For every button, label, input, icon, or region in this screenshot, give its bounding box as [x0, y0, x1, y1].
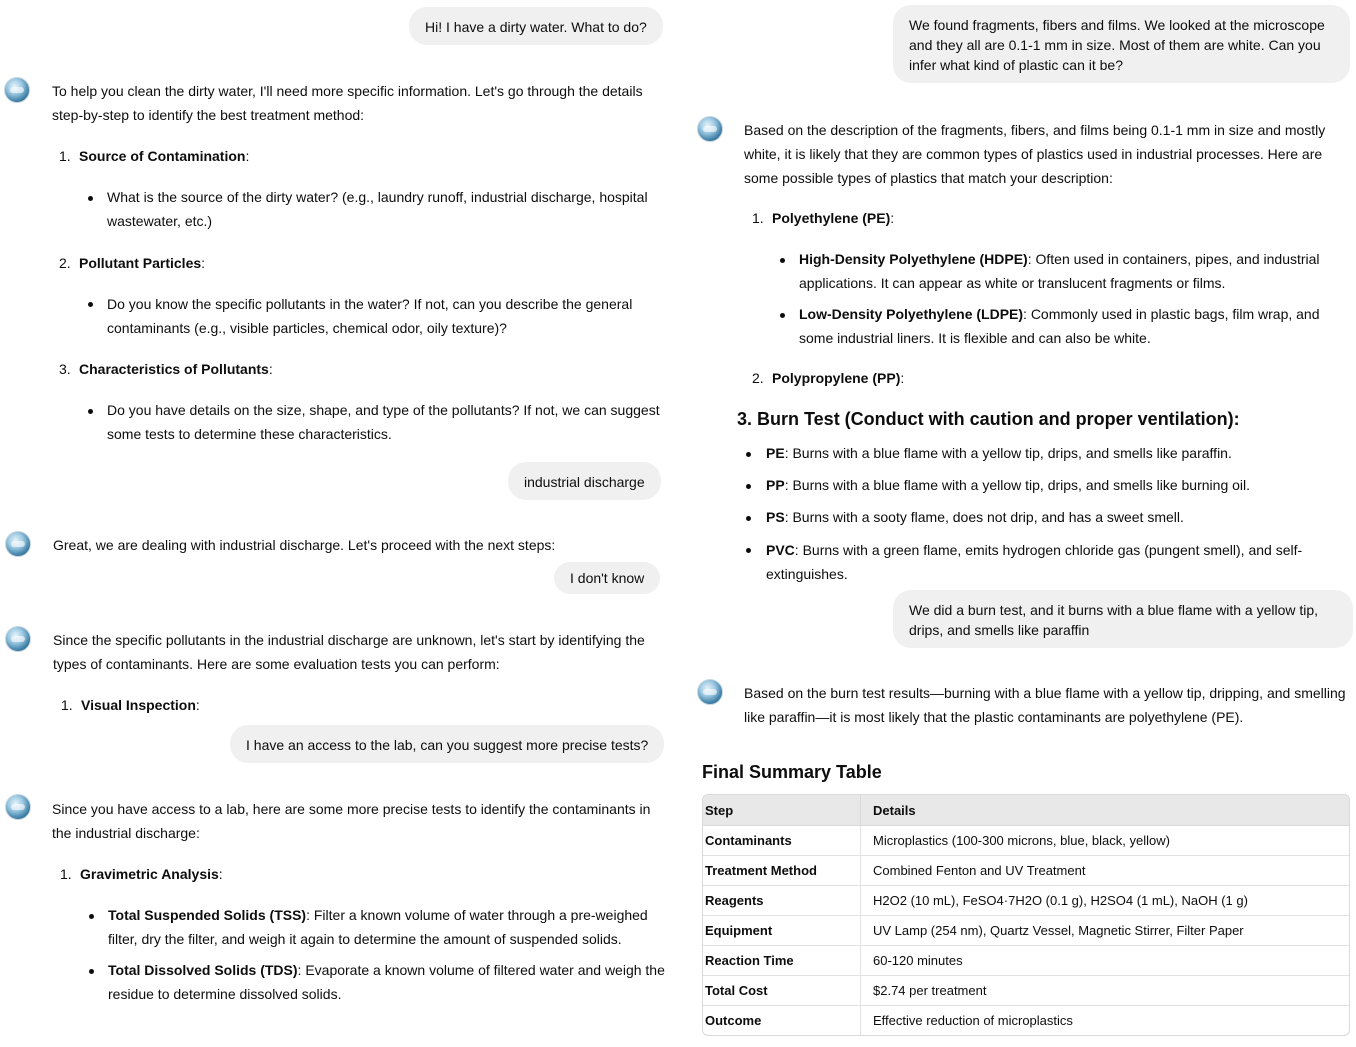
table-cell: Combined Fenton and UV Treatment: [860, 856, 1349, 886]
list-bullet-text: Do you have details on the size, shape, …: [107, 402, 660, 442]
list-item: Pollutant Particles:: [79, 255, 206, 271]
bullet-dot: [780, 258, 785, 263]
table-cell: Effective reduction of microplastics: [860, 1006, 1349, 1035]
list-number: 1.: [61, 697, 73, 713]
assistant-avatar-icon: [697, 679, 723, 705]
list-number: 1.: [59, 148, 71, 164]
bullet-dot: [746, 548, 751, 553]
list-number: 3.: [59, 361, 71, 377]
list-number: 2.: [59, 255, 71, 271]
table-row: Total Cost $2.74 per treatment: [703, 976, 1349, 1006]
table-cell: 60-120 minutes: [860, 946, 1349, 976]
user-message: I don't know: [554, 562, 661, 594]
table-row: Treatment Method Combined Fenton and UV T…: [703, 856, 1349, 886]
assistant-message: Since the specific pollutants in the ind…: [53, 632, 645, 672]
list-bullet-text: Total Suspended Solids (TSS): Filter a k…: [108, 907, 648, 947]
list-bullet-text: High-Density Polyethylene (HDPE): Often …: [799, 251, 1320, 291]
list-item: Source of Contamination:: [79, 148, 250, 164]
list-item: Visual Inspection:: [81, 697, 200, 713]
assistant-message: Based on the description of the fragment…: [744, 122, 1326, 186]
table-cell: Contaminants: [703, 826, 860, 856]
list-bullet-text: What is the source of the dirty water? (…: [107, 189, 648, 229]
summary-title: Final Summary Table: [702, 762, 882, 782]
table-header-row: Step Details: [703, 795, 1349, 826]
table-cell: UV Lamp (254 nm), Quartz Vessel, Magneti…: [860, 916, 1349, 946]
list-number: 1.: [60, 866, 72, 882]
list-item: Polyethylene (PE):: [772, 210, 895, 226]
bullet-dot: [780, 313, 785, 318]
bullet-dot: [89, 914, 94, 919]
list-bullet-text: PE: Burns with a blue flame with a yello…: [766, 445, 1232, 461]
list-item: Characteristics of Pollutants:: [79, 361, 273, 377]
bullet-dot: [746, 452, 751, 457]
list-number: 1.: [752, 210, 764, 226]
table-cell: Microplastics (100-300 microns, blue, bl…: [860, 826, 1349, 856]
section-heading: 3. Burn Test (Conduct with caution and p…: [737, 409, 1240, 429]
assistant-message: To help you clean the dirty water, I'll …: [52, 83, 643, 123]
table-row: Outcome Effective reduction of microplast…: [703, 1006, 1349, 1035]
bullet-dot: [88, 196, 93, 201]
table-cell: H2O2 (10 mL), FeSO4·7H2O (0.1 g), H2SO4 …: [860, 886, 1349, 916]
bullet-dot: [746, 516, 751, 521]
bullet-dot: [89, 969, 94, 974]
assistant-avatar-icon: [4, 77, 30, 103]
table-row: Reagents H2O2 (10 mL), FeSO4·7H2O (0.1 g)…: [703, 886, 1349, 916]
list-bullet-text: Do you know the specific pollutants in t…: [107, 296, 633, 336]
list-bullet-text: Total Dissolved Solids (TDS): Evaporate …: [108, 962, 665, 1002]
list-item: Gravimetric Analysis:: [80, 866, 223, 882]
assistant-message: Based on the burn test results—burning w…: [744, 685, 1346, 725]
list-bullet-text: PP: Burns with a blue flame with a yello…: [766, 477, 1251, 493]
table-row: Contaminants Microplastics (100-300 micro…: [703, 826, 1349, 856]
user-message: industrial discharge: [508, 462, 661, 500]
list-bullet-text: PVC: Burns with a green flame, emits hyd…: [766, 542, 1303, 582]
assistant-message: Great, we are dealing with industrial di…: [53, 537, 556, 553]
table-header-details: Details: [860, 795, 1349, 826]
assistant-message: Since you have access to a lab, here are…: [52, 801, 651, 841]
list-item: Polypropylene (PP):: [772, 370, 905, 386]
bullet-dot: [88, 409, 93, 414]
table-cell: Reaction Time: [703, 946, 860, 976]
user-message: Hi! I have a dirty water. What to do?: [409, 7, 663, 45]
table-cell: $2.74 per treatment: [860, 976, 1349, 1006]
list-number: 2.: [752, 370, 764, 386]
table-cell: Outcome: [705, 1013, 762, 1028]
bullet-dot: [88, 302, 93, 307]
list-bullet-text: Low-Density Polyethylene (LDPE): Commonl…: [799, 306, 1320, 346]
table-row: Equipment UV Lamp (254 nm), Quartz Vessel…: [703, 916, 1349, 946]
user-message: We did a burn test, and it burns with a …: [893, 590, 1353, 648]
table-cell: Equipment: [703, 916, 860, 946]
list-bullet-text: PS: Burns with a sooty flame, does not d…: [766, 509, 1184, 525]
table-row: Reaction Time 60-120 minutes: [703, 946, 1349, 976]
assistant-avatar-icon: [5, 794, 31, 820]
table-cell: Total Cost: [703, 976, 860, 1006]
summary-table: Step Details Contaminants Microplastics (…: [702, 794, 1350, 1036]
assistant-avatar-icon: [697, 116, 723, 142]
user-message: I have an access to the lab, can you sug…: [230, 725, 665, 763]
table-header-step: Step: [703, 795, 860, 826]
table-cell: Treatment Method: [703, 856, 860, 886]
user-message: We found fragments, fibers and films. We…: [893, 5, 1350, 83]
assistant-avatar-icon: [5, 531, 31, 557]
bullet-dot: [746, 484, 751, 489]
table-cell: Reagents: [703, 886, 860, 916]
assistant-avatar-icon: [5, 626, 31, 652]
